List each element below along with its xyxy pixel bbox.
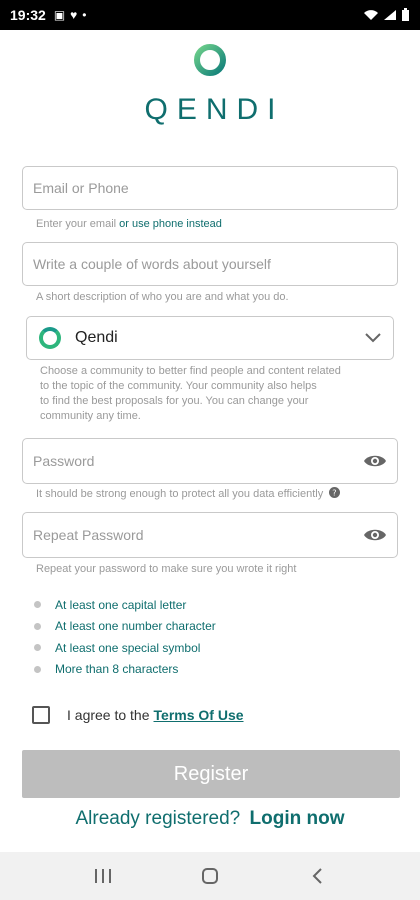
eye-icon[interactable] [363,523,387,547]
requirement-label: At least one special symbol [55,640,201,655]
chevron-down-icon [365,333,381,343]
email-field[interactable] [22,166,398,210]
app-logo: QENDI [0,42,420,127]
qendi-logo-icon [194,44,226,76]
system-nav-bar [0,852,420,900]
about-input[interactable] [33,256,387,272]
back-button[interactable] [297,856,337,896]
status-time: 19:32 [10,7,46,23]
svg-text:?: ? [333,488,337,498]
community-helper-line: community any time. [40,410,141,422]
agree-text: I agree to the [67,707,150,723]
use-phone-link[interactable]: or use phone instead [119,218,222,230]
notification-icon: ♥ [70,8,78,22]
recent-apps-button[interactable] [83,856,123,896]
already-registered-text: Already registered? [75,808,241,829]
requirement-dot [34,665,41,673]
home-icon [201,868,218,884]
back-icon [312,868,322,884]
gallery-notification-icon: ▣ [53,8,66,22]
terms-agreement: I agree to the Terms Of Use [32,706,244,724]
repeat-password-helper: Repeat your password to make sure you wr… [36,563,297,575]
password-helper-text: It should be strong enough to protect al… [36,488,324,500]
login-prompt: Already registered? Login now [0,808,420,830]
requirement-item: At least one capital letter [34,594,216,616]
home-button[interactable] [190,856,230,896]
requirement-label: At least one number character [55,619,216,634]
community-select[interactable]: Qendi [26,316,394,360]
community-helper-line: to find the best proposals for you. You … [40,395,309,407]
password-input[interactable] [33,453,363,469]
community-helper: Choose a community to better find people… [40,364,341,424]
password-helper: It should be strong enough to protect al… [36,487,341,502]
community-logo-icon [39,327,61,349]
terms-of-use-link[interactable]: Terms Of Use [154,707,244,723]
requirement-dot [34,644,41,652]
status-dot: • [82,8,87,22]
email-helper-text: Enter your email [36,218,117,230]
password-field[interactable] [22,438,398,484]
terms-checkbox[interactable] [32,706,50,724]
community-selected: Qendi [75,329,118,346]
repeat-password-field[interactable] [22,512,398,558]
login-now-link[interactable]: Login now [250,808,345,829]
status-bar: 19:32 ▣ ♥ • [0,0,420,30]
signal-icon [384,10,396,20]
password-requirements: At least one capital letter At least one… [34,594,216,680]
register-button[interactable]: Register [22,750,400,798]
requirement-item: At least one special symbol [34,637,216,659]
repeat-password-input[interactable] [33,527,363,543]
battery-icon [402,8,409,21]
requirement-label: More than 8 characters [55,662,179,677]
help-icon[interactable]: ? [329,487,341,498]
requirement-dot [34,622,41,630]
about-field[interactable] [22,242,398,286]
community-helper-line: to the topic of the community. Your comm… [40,380,317,392]
requirement-item: More than 8 characters [34,659,216,681]
email-helper: Enter your email or use phone instead [36,217,222,232]
email-input[interactable] [33,180,387,196]
recent-apps-icon [95,869,112,883]
eye-icon[interactable] [363,449,387,473]
requirement-item: At least one number character [34,616,216,638]
requirement-dot [34,601,41,609]
requirement-label: At least one capital letter [55,597,187,612]
logo-text: QENDI [144,93,285,126]
about-helper: A short description of who you are and w… [36,291,289,303]
wifi-icon [364,10,378,20]
status-right [363,8,410,22]
community-helper-line: Choose a community to better find people… [40,365,341,377]
